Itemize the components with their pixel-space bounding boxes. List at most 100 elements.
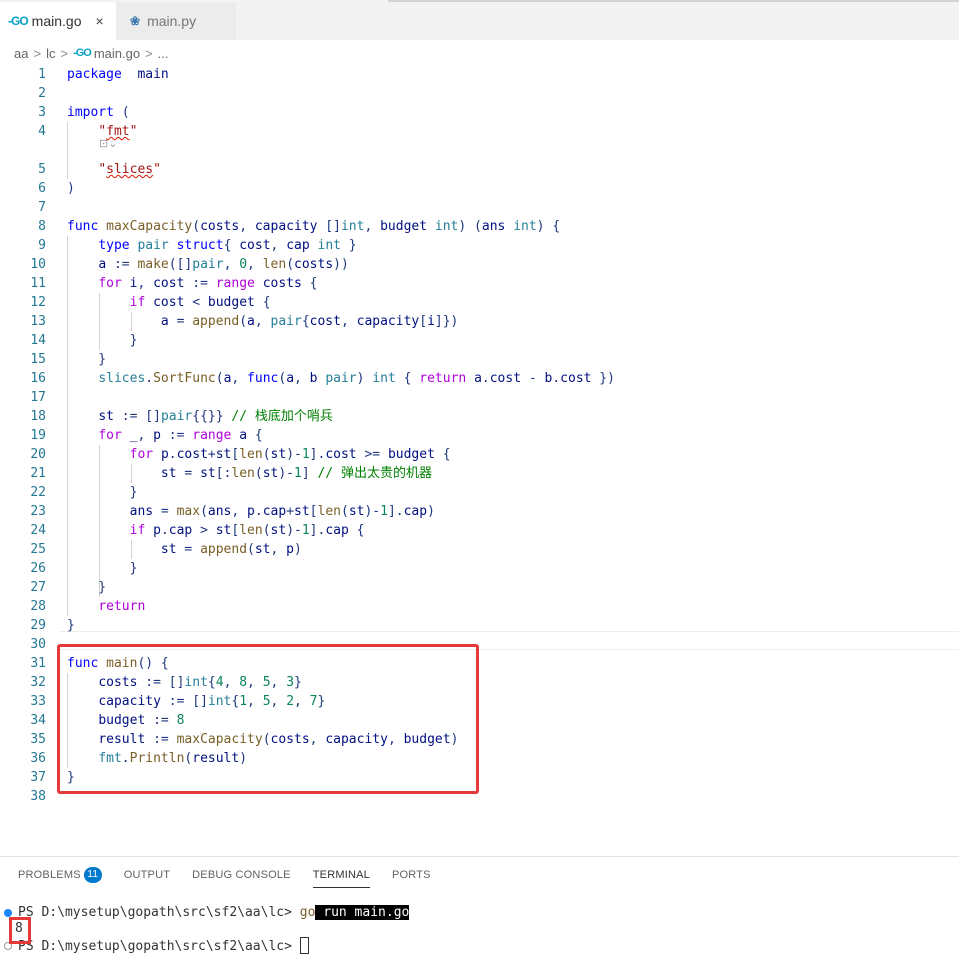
code-token: p — [286, 542, 294, 557]
code-token: st — [270, 447, 287, 462]
code-token: p — [160, 447, 169, 462]
code-token: ) — [427, 504, 435, 519]
terminal-command-args: run main.go — [315, 905, 410, 920]
breadcrumb-item-file[interactable]: main.go — [94, 46, 140, 61]
code-token: >= — [356, 447, 388, 462]
code-token: ( — [113, 105, 130, 120]
breadcrumb-item-aa[interactable]: aa — [14, 46, 28, 61]
tab-main-go[interactable]: -GO main.go × — [0, 2, 116, 40]
line-number: 36 — [30, 751, 46, 766]
code-token: { — [254, 295, 271, 310]
tab-terminal[interactable]: TERMINAL — [312, 862, 370, 888]
code-line: } — [67, 331, 138, 350]
line-number: 21 — [30, 466, 46, 481]
code-token: int — [317, 238, 341, 253]
code-token: make — [137, 257, 169, 272]
code-token: { — [223, 238, 240, 253]
line-number: 32 — [30, 675, 46, 690]
code-token: , — [137, 428, 154, 443]
code-token: ( — [192, 219, 201, 234]
close-icon[interactable]: × — [95, 13, 103, 29]
code-token: { — [395, 371, 420, 386]
code-token: st — [294, 504, 310, 519]
code-token: = — [168, 314, 193, 329]
code-token: cap — [168, 523, 193, 538]
tab-main-py[interactable]: ❀ main.py — [116, 2, 236, 40]
line-number: 38 — [30, 789, 46, 804]
tab-output[interactable]: OUTPUT — [124, 862, 170, 888]
code-token: for — [98, 276, 122, 291]
terminal-command-go: go — [299, 905, 316, 920]
code-token: pair — [160, 409, 193, 424]
code-token: append — [192, 314, 240, 329]
line-number: 7 — [38, 200, 46, 215]
code-token: ( — [215, 371, 224, 386]
tab-ports[interactable]: PORTS — [392, 862, 431, 888]
code-token: - — [521, 371, 545, 386]
code-token: SortFunc — [153, 371, 216, 386]
code-line: type pair struct{ cost, cap int } — [67, 236, 357, 255]
line-number: 30 — [30, 637, 46, 652]
code-token: } — [67, 618, 75, 633]
code-token: for — [129, 447, 154, 462]
code-token: struct — [176, 238, 224, 253]
chevron-right-icon: > — [60, 45, 69, 61]
code-token: } — [67, 485, 138, 500]
code-token: , — [270, 542, 287, 557]
code-token: cost — [560, 371, 592, 386]
code-line: } — [67, 559, 138, 578]
code-token: . — [481, 371, 490, 386]
code-token: st — [160, 466, 177, 481]
breadcrumb: aa > lc > -GO main.go > ... — [14, 43, 169, 63]
code-token: cost — [309, 314, 341, 329]
code-token: { — [301, 314, 310, 329]
code-token: ) — [294, 542, 302, 557]
code-token: return — [419, 371, 467, 386]
code-line: a = append(a, pair{cost, capacity[i]}) — [67, 312, 458, 331]
code-line: ans = max(ans, p.cap+st[len(st)-1].cap) — [67, 502, 435, 521]
code-token: main — [137, 67, 169, 82]
line-number: 3 — [38, 105, 46, 120]
code-token: st — [215, 523, 232, 538]
code-token: ]. — [387, 504, 404, 519]
tab-label: main.py — [147, 13, 197, 29]
code-token: ( — [286, 257, 295, 272]
code-line: for _, p := range a { — [67, 426, 262, 445]
terminal-prompt-line: PS D:\mysetup\gopath\src\sf2\aa\lc> — [18, 937, 309, 956]
code-token: len — [262, 257, 287, 272]
code-token: fmt — [106, 124, 130, 139]
code-token: budget — [387, 447, 435, 462]
code-token: " — [129, 124, 138, 139]
breadcrumb-item-symbol[interactable]: ... — [158, 46, 169, 61]
tab-debug-console[interactable]: DEBUG CONSOLE — [192, 862, 291, 888]
code-token: costs — [294, 257, 334, 272]
code-token: := — [106, 257, 138, 272]
code-token: ] — [301, 466, 318, 481]
code-token: p — [153, 428, 161, 443]
highlight-box-main-func — [57, 644, 479, 794]
code-token: if — [129, 295, 146, 310]
code-token: ) ( — [458, 219, 482, 234]
code-token: st — [262, 466, 279, 481]
code-token: {{}} — [192, 409, 232, 424]
tab-problems[interactable]: PROBLEMS 11 — [18, 862, 102, 888]
code-line: } — [67, 350, 106, 369]
line-number: 33 — [30, 694, 46, 709]
breadcrumb-item-lc[interactable]: lc — [46, 46, 55, 61]
code-token: b — [309, 371, 318, 386]
code-token: 1 — [301, 523, 310, 538]
code-line: return — [67, 597, 145, 616]
code-token: pair — [270, 314, 302, 329]
code-token: } — [340, 238, 357, 253]
problems-count-badge: 11 — [83, 867, 102, 883]
code-token: st — [270, 523, 287, 538]
code-token: , — [247, 257, 263, 272]
code-token: )- — [364, 504, 381, 519]
code-line: "slices" — [67, 160, 161, 179]
